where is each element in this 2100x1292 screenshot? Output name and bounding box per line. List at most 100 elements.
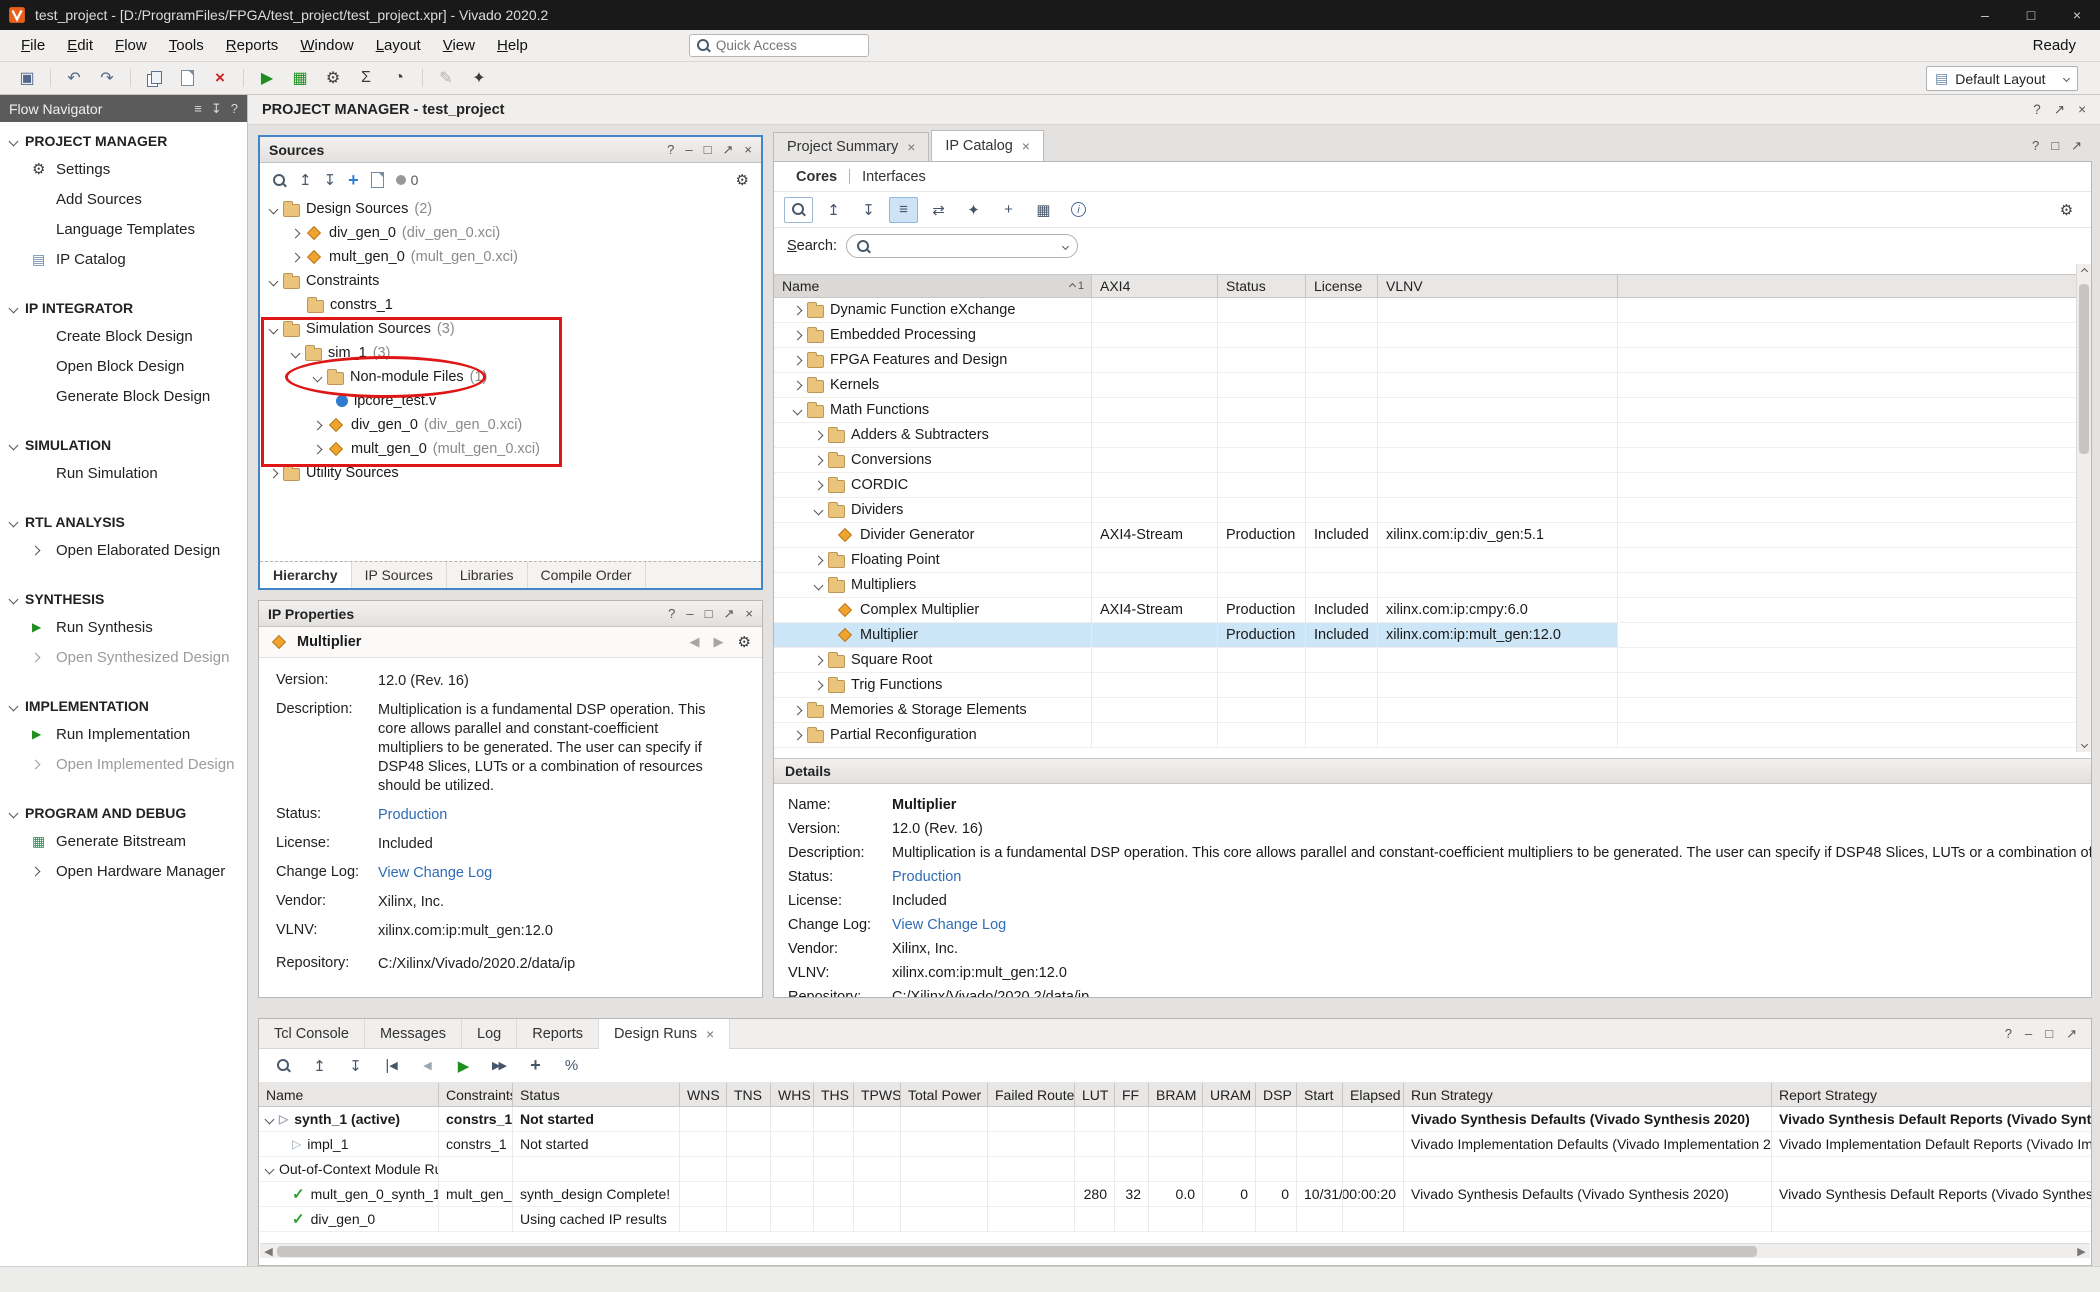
search-input[interactable] [877,238,1057,254]
expand-all-icon[interactable]: ↧ [854,197,883,223]
column-header[interactable]: TNS [727,1083,771,1107]
scroll-left-icon[interactable]: ◀ [260,1245,277,1258]
clock-icon[interactable]: ◔ [384,65,414,91]
section-program-and-debug[interactable]: PROGRAM AND DEBUG [0,800,247,826]
nav-item-create-block-design[interactable]: Create Block Design [0,321,247,351]
nav-item-ip-catalog[interactable]: ▤IP Catalog [0,244,247,274]
catalog-row-multipliers[interactable]: Multipliers [774,573,2076,598]
messages-badge[interactable]: 0 [396,172,419,188]
catalog-row-conversions[interactable]: Conversions [774,448,2076,473]
skip-to-start-icon[interactable]: |◀ [377,1053,406,1079]
nav-item-open-implemented-design[interactable]: Open Implemented Design [0,749,247,779]
run-row-impl-1[interactable]: ▷impl_1 constrs_1 Not started Vivado Imp… [259,1132,2091,1157]
maximize-icon[interactable]: □ [2045,1026,2053,1042]
catalog-row-kernels[interactable]: Kernels [774,373,2076,398]
menu-flow[interactable]: Flow [104,33,158,58]
tab-design-runs[interactable]: Design Runs× [599,1019,730,1049]
column-header[interactable]: Start [1297,1083,1343,1107]
close-icon[interactable]: × [744,142,752,157]
maximize-icon[interactable]: □ [704,142,712,157]
scrollbar-thumb[interactable] [277,1246,1757,1257]
catalog-row-square-root[interactable]: Square Root [774,648,2076,673]
column-header-status[interactable]: Status [1218,274,1306,298]
subtab-interfaces[interactable]: Interfaces [852,169,936,185]
tab-tcl-console[interactable]: Tcl Console [259,1019,365,1049]
vertical-scrollbar[interactable] [2076,264,2091,752]
close-icon[interactable]: × [745,606,753,621]
menu-help[interactable]: Help [486,33,539,58]
settings-gear-icon[interactable]: ⚙ [318,65,348,91]
menu-tools[interactable]: Tools [158,33,215,58]
gear-icon[interactable]: ⚙ [2052,201,2081,219]
column-header[interactable]: Constraints [439,1083,513,1107]
add-sources-icon[interactable]: + [348,170,359,191]
expand-all-icon[interactable]: ↧ [341,1053,370,1079]
nav-item-run-simulation[interactable]: Run Simulation [0,458,247,488]
open-file-icon[interactable] [371,172,384,188]
column-header[interactable]: BRAM [1149,1083,1203,1107]
nav-item-open-elaborated-design[interactable]: Open Elaborated Design [0,535,247,565]
save-project-icon[interactable]: ▣ [12,65,42,91]
catalog-row-dynamic-function-exchange[interactable]: Dynamic Function eXchange [774,298,2076,323]
column-header[interactable]: Run Strategy [1404,1083,1772,1107]
nav-item-settings[interactable]: ⚙Settings [0,154,247,184]
close-tab-icon[interactable]: × [907,139,915,155]
tree-item-constrs-1[interactable]: constrs_1 [260,293,761,317]
catalog-row-cordic[interactable]: CORDIC [774,473,2076,498]
gear-icon[interactable]: ⚙ [738,633,751,651]
quick-access-search[interactable] [689,34,869,57]
close-tab-icon[interactable]: × [1022,138,1030,154]
scroll-down-icon[interactable] [2081,741,2088,748]
minimize-button[interactable]: – [1962,0,2008,30]
column-header[interactable]: Elapsed [1343,1083,1404,1107]
column-header[interactable]: WHS [771,1083,814,1107]
column-header[interactable]: URAM [1203,1083,1256,1107]
nav-item-run-synthesis[interactable]: ▶Run Synthesis [0,612,247,642]
help-icon[interactable]: ? [231,101,238,117]
percent-icon[interactable]: % [557,1053,586,1079]
copy-icon[interactable] [139,65,169,91]
section-ip-integrator[interactable]: IP INTEGRATOR [0,295,247,321]
nav-item-language-templates[interactable]: Language Templates [0,214,247,244]
catalog-row-complex-multiplier[interactable]: Complex MultiplierAXI4-StreamProductionI… [774,598,2076,623]
sum-icon[interactable]: Σ [351,65,381,91]
nav-item-add-sources[interactable]: Add Sources [0,184,247,214]
section-implementation[interactable]: IMPLEMENTATION [0,693,247,719]
run-row-ooc-group[interactable]: Out-of-Context Module Runs [259,1157,2091,1182]
edit-pencil-icon[interactable]: ✎ [431,65,461,91]
collapse-all-icon[interactable]: ↥ [305,1053,334,1079]
info-icon[interactable]: i [1064,197,1093,223]
forward-icon[interactable]: ▶ [714,634,724,650]
run-row-synth-1[interactable]: ▷synth_1 (active) constrs_1 Not started … [259,1107,2091,1132]
gear-icon[interactable]: ⚙ [736,171,749,189]
redo-icon[interactable]: ↷ [92,65,122,91]
tree-item-sim-div-gen-0[interactable]: div_gen_0(div_gen_0.xci) [260,413,761,437]
catalog-row-multiplier-selected[interactable]: MultiplierProductionIncludedxilinx.com:i… [774,623,2076,648]
column-header[interactable]: Name [259,1083,439,1107]
scroll-up-icon[interactable] [2081,268,2088,275]
run-row-div-gen-0[interactable]: ✓div_gen_0 Using cached IP results [259,1207,2091,1232]
catalog-row-floating-point[interactable]: Floating Point [774,548,2076,573]
tree-item-simulation-sources[interactable]: Simulation Sources(3) [260,317,761,341]
catalog-row-dividers[interactable]: Dividers [774,498,2076,523]
catalog-row-memories-storage[interactable]: Memories & Storage Elements [774,698,2076,723]
maximize-icon[interactable]: □ [705,606,713,621]
run-steps-icon[interactable]: ▦ [285,65,315,91]
column-header[interactable]: FF [1115,1083,1149,1107]
minimize-icon[interactable]: – [686,606,693,621]
float-icon[interactable]: ↗ [2071,138,2082,154]
tree-item-ipcore-test-v[interactable]: ipcore_test.v [260,389,761,413]
column-header-name[interactable]: Name1 [774,274,1092,298]
run-icon[interactable]: ▶ [449,1053,478,1079]
maximize-icon[interactable]: □ [2051,138,2059,154]
tab-reports[interactable]: Reports [517,1019,599,1049]
tab-compile-order[interactable]: Compile Order [528,562,646,588]
help-icon[interactable]: ? [668,606,675,621]
back-icon[interactable]: ◀ [690,634,700,650]
search-icon[interactable] [272,173,287,188]
nav-item-run-implementation[interactable]: ▶Run Implementation [0,719,247,749]
catalog-row-partial-reconfiguration[interactable]: Partial Reconfiguration [774,723,2076,748]
nav-item-generate-bitstream[interactable]: ▦Generate Bitstream [0,826,247,856]
float-icon[interactable]: ↗ [2066,1026,2077,1042]
float-icon[interactable]: ↗ [723,142,734,158]
